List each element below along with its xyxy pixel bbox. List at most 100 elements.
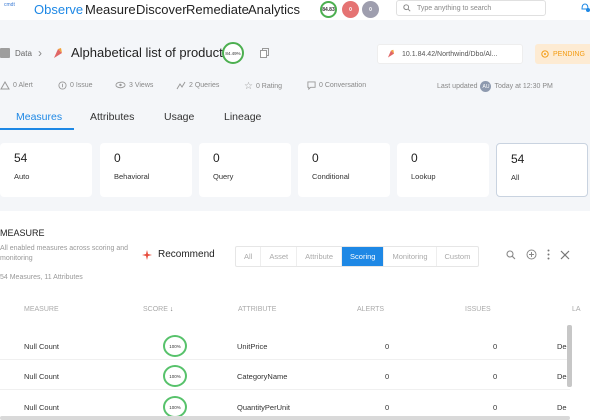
horizontal-scrollbar[interactable] — [0, 416, 570, 420]
filter-custom[interactable]: Custom — [437, 247, 479, 266]
conversation-count-text: 0 Conversation — [319, 82, 367, 89]
table-row[interactable]: Null Count 100% CategoryName 0 0 De — [0, 362, 570, 390]
card-count: 0 — [114, 151, 121, 165]
column-header-alerts[interactable]: ALERTS — [357, 306, 384, 313]
filter-attribute[interactable]: Attribute — [297, 247, 343, 266]
nav-analytics[interactable]: Analytics — [248, 2, 300, 17]
add-icon[interactable] — [526, 249, 537, 260]
card-count: 0 — [213, 151, 220, 165]
column-header-score[interactable]: SCORE ↓ — [143, 306, 173, 313]
filter-scoring[interactable]: Scoring — [342, 247, 385, 266]
query-icon — [176, 81, 186, 90]
overall-score-badge[interactable]: 84.83 — [320, 1, 337, 18]
nav-discover[interactable]: Discover — [136, 2, 187, 17]
connection-path[interactable]: 10.1.84.42/Northwind/Dbo/Al... — [377, 44, 523, 64]
filter-monitoring[interactable]: Monitoring — [384, 247, 437, 266]
views-count[interactable]: 3 Views — [115, 81, 153, 89]
tab-usage[interactable]: Usage — [164, 111, 194, 123]
tab-measures[interactable]: Measures — [16, 111, 62, 123]
attribute-name[interactable]: CategoryName — [237, 372, 287, 381]
filter-asset[interactable]: Asset — [261, 247, 298, 266]
eye-icon — [115, 81, 126, 89]
card-count: 0 — [312, 151, 319, 165]
vertical-scrollbar[interactable] — [567, 325, 572, 387]
chat-icon — [307, 81, 316, 90]
database-icon — [0, 48, 10, 58]
card-count: 54 — [14, 151, 28, 165]
asset-score-badge[interactable]: 84.49% — [222, 42, 244, 64]
table-header: MEASURE SCORE ↓ ATTRIBUTE ALERTS ISSUES … — [0, 300, 590, 322]
measure-card-lookup[interactable]: 0 Lookup — [397, 143, 489, 197]
alerts-count: 0 — [385, 403, 390, 412]
issue-score-badge[interactable]: 0 — [362, 1, 379, 18]
chevron-right-icon: › — [38, 46, 42, 60]
attribute-name[interactable]: QuantityPerUnit — [237, 403, 290, 412]
asset-tabs: Measures Attributes Usage Lineage — [0, 111, 590, 131]
breadcrumb: Data › Alphabetical list of products 84.… — [0, 41, 590, 67]
rating-count[interactable]: ☆ 0 Rating — [244, 81, 282, 92]
column-header-score-label: SCORE — [143, 306, 168, 313]
attribute-name[interactable]: UnitPrice — [237, 342, 267, 351]
more-vertical-icon[interactable] — [547, 249, 550, 260]
issue-count[interactable]: 0 Issue — [58, 81, 93, 90]
filter-all[interactable]: All — [236, 247, 262, 266]
app-logo[interactable]: cmdt — [4, 2, 15, 8]
nav-measure[interactable]: Measure — [85, 2, 136, 17]
card-label: Conditional — [312, 172, 350, 181]
measure-card-query[interactable]: 0 Query — [199, 143, 291, 197]
close-icon[interactable] — [560, 250, 570, 260]
issues-count: 0 — [493, 403, 498, 412]
measure-filter-group: All Asset Attribute Scoring Monitoring C… — [235, 246, 480, 267]
card-label: Lookup — [411, 172, 436, 181]
table-asset-icon — [54, 48, 62, 58]
tab-attributes[interactable]: Attributes — [90, 111, 134, 123]
last-updated-label: Last updated — [437, 83, 478, 90]
breadcrumb-data-link[interactable]: Data — [15, 49, 32, 58]
copy-icon[interactable] — [260, 48, 269, 58]
views-count-text: 3 Views — [129, 81, 154, 89]
measure-card-behavioral[interactable]: 0 Behavioral — [100, 143, 192, 197]
panel-actions — [506, 249, 570, 260]
search-icon — [403, 4, 411, 12]
card-count: 0 — [411, 151, 418, 165]
measure-card-auto[interactable]: 54 Auto — [0, 143, 92, 197]
table-row[interactable]: Null Count 100% UnitPrice 0 0 De — [0, 332, 570, 360]
column-header-last[interactable]: LA — [572, 306, 581, 313]
status-badge[interactable]: PENDING — [535, 44, 590, 64]
issue-count-text: 0 Issue — [70, 82, 93, 89]
card-label: Query — [213, 172, 234, 181]
column-header-attribute[interactable]: ATTRIBUTE — [238, 306, 276, 313]
tab-lineage[interactable]: Lineage — [224, 111, 261, 123]
last-column-value: De — [557, 342, 567, 351]
queries-count[interactable]: 2 Queries — [176, 81, 219, 90]
alert-score-badge[interactable]: 0 — [342, 1, 359, 18]
alert-count[interactable]: 0 Alert — [0, 81, 33, 90]
rating-count-text: 0 Rating — [255, 83, 283, 90]
connection-path-text: 10.1.84.42/Northwind/Dbo/Al... — [402, 50, 498, 58]
recommend-button[interactable]: Recommend — [142, 249, 215, 260]
page-title: Alphabetical list of products — [71, 45, 230, 60]
sparkle-icon — [142, 249, 152, 260]
search-placeholder: Type anything to search — [417, 4, 492, 12]
nav-remediate[interactable]: Remediate — [186, 2, 249, 17]
measure-panel: MEASURE All enabled measures across scor… — [0, 211, 590, 420]
conversation-count[interactable]: 0 Conversation — [307, 81, 366, 90]
alert-triangle-icon — [0, 81, 10, 90]
last-updated-time: Today at 12:30 PM — [494, 83, 553, 90]
notification-bell-icon[interactable] — [580, 2, 590, 12]
issues-count: 0 — [493, 372, 498, 381]
avatar[interactable]: AU — [480, 81, 492, 92]
measure-card-conditional[interactable]: 0 Conditional — [298, 143, 390, 197]
search-icon[interactable] — [506, 249, 516, 260]
panel-description: All enabled measures across scoring and … — [0, 245, 129, 262]
alerts-count: 0 — [385, 342, 390, 351]
last-updated: Last updated AU Today at 12:30 PM — [437, 81, 553, 92]
sort-arrow-down-icon: ↓ — [169, 306, 174, 313]
measure-name: Null Count — [24, 372, 60, 381]
column-header-measure[interactable]: MEASURE — [24, 306, 59, 313]
nav-observe[interactable]: Observe — [34, 2, 83, 17]
global-search-input[interactable]: Type anything to search — [396, 0, 546, 16]
column-header-issues[interactable]: ISSUES — [465, 306, 491, 313]
measure-name: Null Count — [24, 403, 60, 412]
measure-card-all[interactable]: 54 All — [496, 143, 588, 197]
